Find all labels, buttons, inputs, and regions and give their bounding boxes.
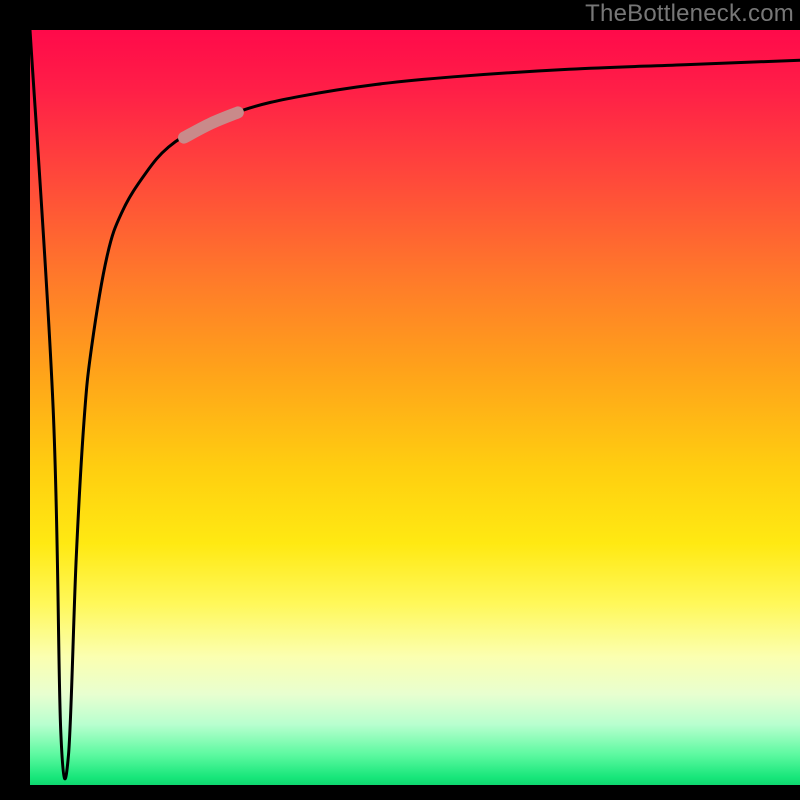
plot-area [30, 30, 800, 785]
bottleneck-curve-path [30, 30, 800, 779]
watermark-text: TheBottleneck.com [585, 0, 794, 28]
curve-layer [30, 30, 800, 785]
chart-frame: TheBottleneck.com [0, 0, 800, 800]
highlight-segment-path [184, 112, 238, 137]
